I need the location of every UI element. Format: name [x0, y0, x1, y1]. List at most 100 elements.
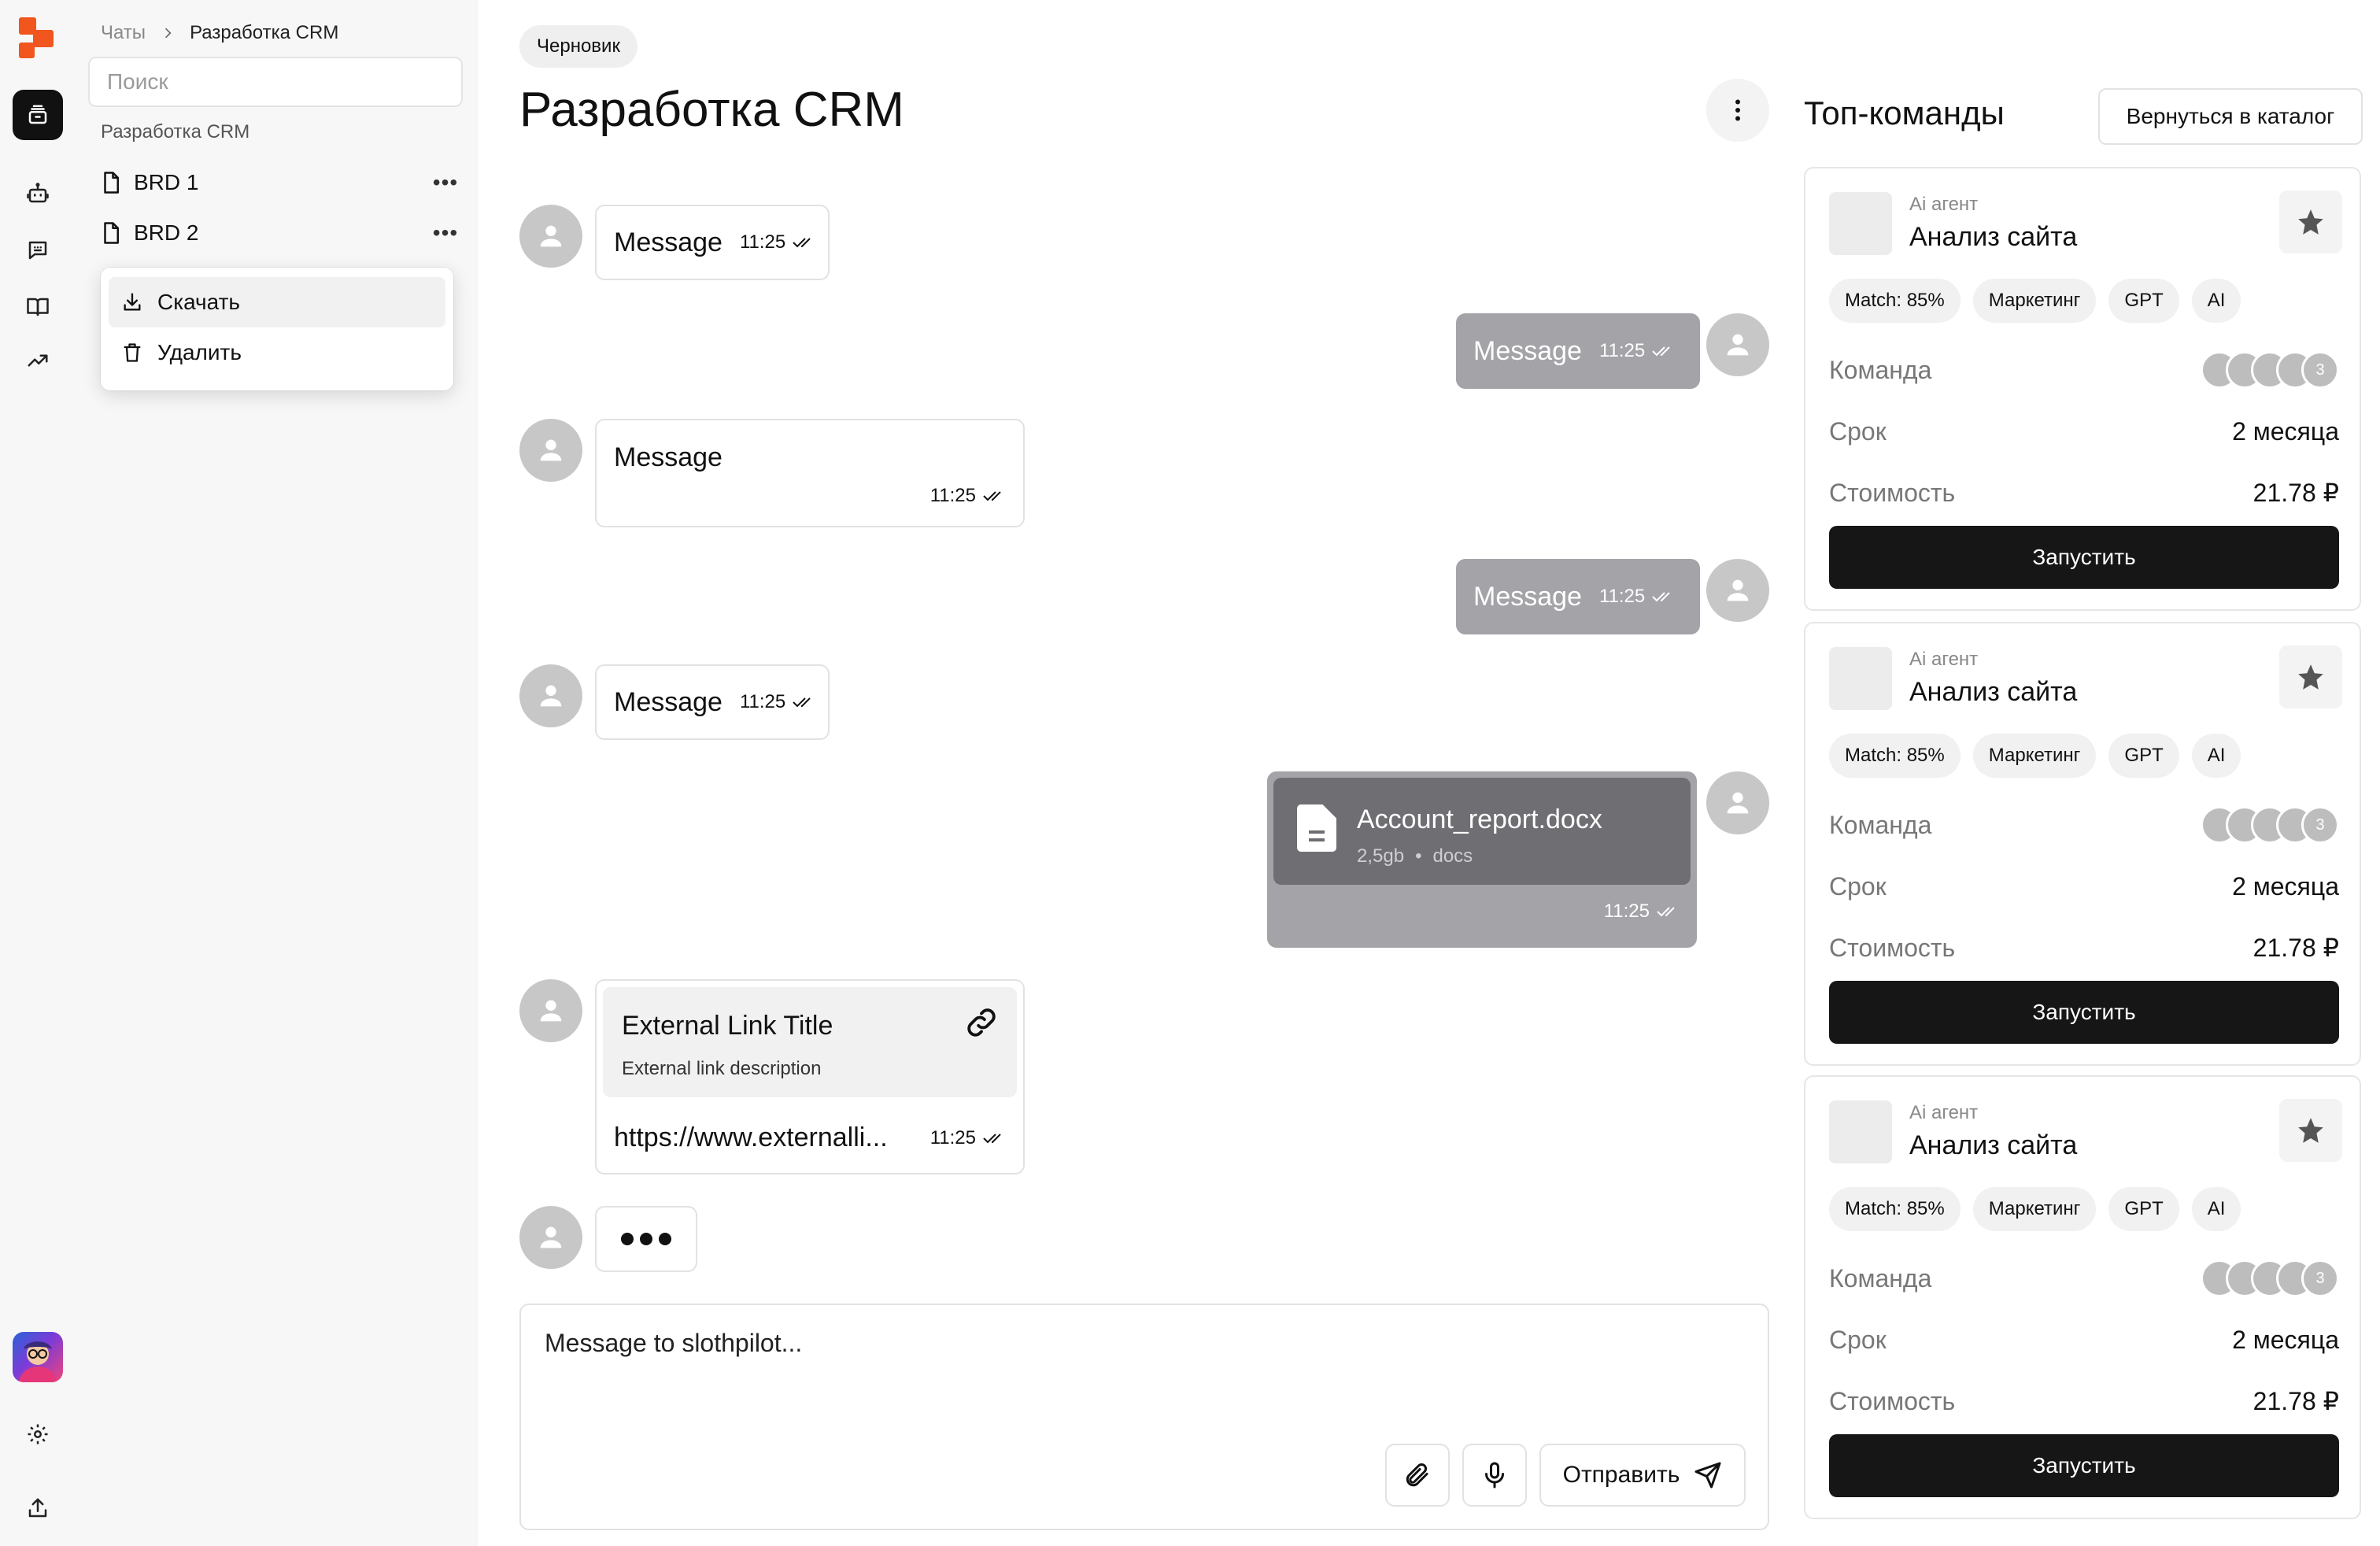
chat-menu-button[interactable]: [1706, 79, 1769, 142]
avatar: [1706, 313, 1769, 376]
favorite-button[interactable]: [2279, 1099, 2342, 1162]
time-label: 11:25: [739, 691, 786, 712]
favorite-button[interactable]: [2279, 645, 2342, 708]
user-icon: [540, 225, 562, 247]
more-horizontal-icon[interactable]: •••: [431, 170, 460, 195]
message-text: Message: [614, 442, 722, 472]
meta-separator: •: [1415, 845, 1422, 867]
nav-library-button[interactable]: [13, 282, 63, 332]
term-row: Срок 2 месяца: [1829, 1316, 2339, 1363]
tag: Маркетинг: [1972, 734, 2097, 778]
menu-item-download[interactable]: Скачать: [109, 277, 445, 327]
link-url[interactable]: https://www.externalli...: [614, 1123, 888, 1153]
double-check-icon: [983, 1134, 1001, 1144]
link-title: External Link Title: [622, 1011, 833, 1041]
tag: Match: 85%: [1829, 734, 1961, 778]
document-item[interactable]: BRD 1 •••: [99, 161, 469, 205]
run-button[interactable]: Запустить: [1829, 981, 2339, 1044]
tag: Маркетинг: [1972, 279, 2097, 323]
menu-item-label: Скачать: [157, 290, 240, 314]
team-label: Команда: [1829, 355, 1932, 384]
message-time: 11:25: [930, 485, 1006, 507]
avatar: [519, 419, 582, 482]
term-label: Срок: [1829, 871, 1887, 901]
star-icon: [2298, 1118, 2323, 1143]
message-text: Message: [614, 227, 722, 257]
breadcrumb: Чаты Разработка CRM: [101, 22, 338, 44]
icon-rail: [0, 0, 76, 1546]
message-bubble-file[interactable]: Account_report.docx 2,5gb • docs 11:25: [1267, 771, 1697, 948]
app-logo-icon[interactable]: [19, 17, 57, 58]
user-icon: [540, 685, 562, 707]
user-icon: [1727, 579, 1749, 601]
voice-button[interactable]: [1462, 1444, 1527, 1507]
download-icon: [124, 293, 141, 311]
tag: GPT: [2108, 279, 2179, 323]
status-badge: Черновик: [519, 25, 638, 68]
tag-list: Match: 85% Маркетинг GPT AI: [1829, 1187, 2241, 1231]
message-bubble-incoming[interactable]: Message 11:25: [595, 664, 830, 740]
team-label: Команда: [1829, 810, 1932, 839]
more-horizontal-icon[interactable]: •••: [431, 220, 460, 246]
menu-item-delete[interactable]: Удалить: [109, 327, 445, 378]
nav-messages-button[interactable]: [13, 225, 63, 276]
breadcrumb-current: Разработка CRM: [190, 22, 339, 43]
message-text: Message: [1473, 581, 1582, 612]
nav-chats-button[interactable]: [13, 90, 63, 140]
cost-row: Стоимость 21.78 ₽: [1829, 1378, 2339, 1425]
avatar: [1706, 771, 1769, 834]
avatar-illustration: [19, 1341, 57, 1382]
user-avatar[interactable]: [13, 1332, 63, 1382]
file-attachment[interactable]: Account_report.docx 2,5gb • docs: [1273, 778, 1691, 885]
term-label: Срок: [1829, 416, 1887, 446]
term-row: Срок 2 месяца: [1829, 408, 2339, 455]
file-icon: [104, 222, 119, 244]
message-input[interactable]: [545, 1329, 1725, 1423]
message-bubble-outgoing[interactable]: Message 11:25: [1456, 313, 1700, 389]
send-button[interactable]: Отправить: [1539, 1444, 1746, 1507]
tag-list: Match: 85% Маркетинг GPT AI: [1829, 734, 2241, 778]
avatar: [519, 1206, 582, 1269]
share-button[interactable]: [13, 1483, 63, 1533]
link-description: External link description: [622, 1058, 822, 1079]
back-to-catalog-button[interactable]: Вернуться в каталог: [2098, 88, 2363, 145]
message-bubble-incoming[interactable]: Message 11:25: [595, 419, 1025, 527]
card-kind: Ai агент: [1909, 194, 1979, 215]
attach-button[interactable]: [1385, 1444, 1450, 1507]
file-name: Account_report.docx: [1357, 804, 1602, 834]
document-item[interactable]: BRD 2 •••: [99, 211, 469, 255]
message-text: Message: [1473, 335, 1582, 366]
user-icon: [540, 439, 562, 461]
member-count: 3: [2301, 806, 2339, 844]
run-button[interactable]: Запустить: [1829, 526, 2339, 589]
nav-agents-button[interactable]: [13, 168, 63, 219]
search-input[interactable]: [88, 57, 463, 107]
link-icon: [967, 1008, 996, 1037]
menu-item-label: Удалить: [157, 340, 242, 364]
time-label: 11:25: [739, 231, 786, 253]
card-kind: Ai агент: [1909, 1102, 1979, 1123]
card-name: Анализ сайта: [1909, 1130, 2078, 1160]
message-time: 11:25: [1599, 586, 1675, 608]
file-icon: [104, 172, 119, 194]
link-preview[interactable]: External Link Title External link descri…: [603, 987, 1017, 1097]
settings-button[interactable]: [13, 1409, 63, 1459]
message-bubble-link[interactable]: External Link Title External link descri…: [595, 979, 1025, 1174]
message-bubble-outgoing[interactable]: Message 11:25: [1456, 559, 1700, 634]
tag: AI: [2191, 1187, 2241, 1231]
term-value: 2 месяца: [2232, 871, 2339, 901]
double-check-icon: [1657, 907, 1675, 917]
message-time: 11:25: [740, 691, 815, 713]
chat-bubble-icon: [28, 241, 47, 260]
avatar: [519, 664, 582, 727]
cost-label: Стоимость: [1829, 933, 1956, 962]
breadcrumb-root[interactable]: Чаты: [101, 22, 146, 44]
card-kind: Ai агент: [1909, 649, 1979, 670]
tag: AI: [2191, 734, 2241, 778]
time-label: 11:25: [1598, 340, 1646, 361]
nav-analytics-button[interactable]: [13, 335, 63, 386]
run-button[interactable]: Запустить: [1829, 1434, 2339, 1497]
message-bubble-incoming[interactable]: Message 11:25: [595, 205, 830, 280]
favorite-button[interactable]: [2279, 190, 2342, 253]
message-time: 11:25: [1599, 340, 1675, 362]
